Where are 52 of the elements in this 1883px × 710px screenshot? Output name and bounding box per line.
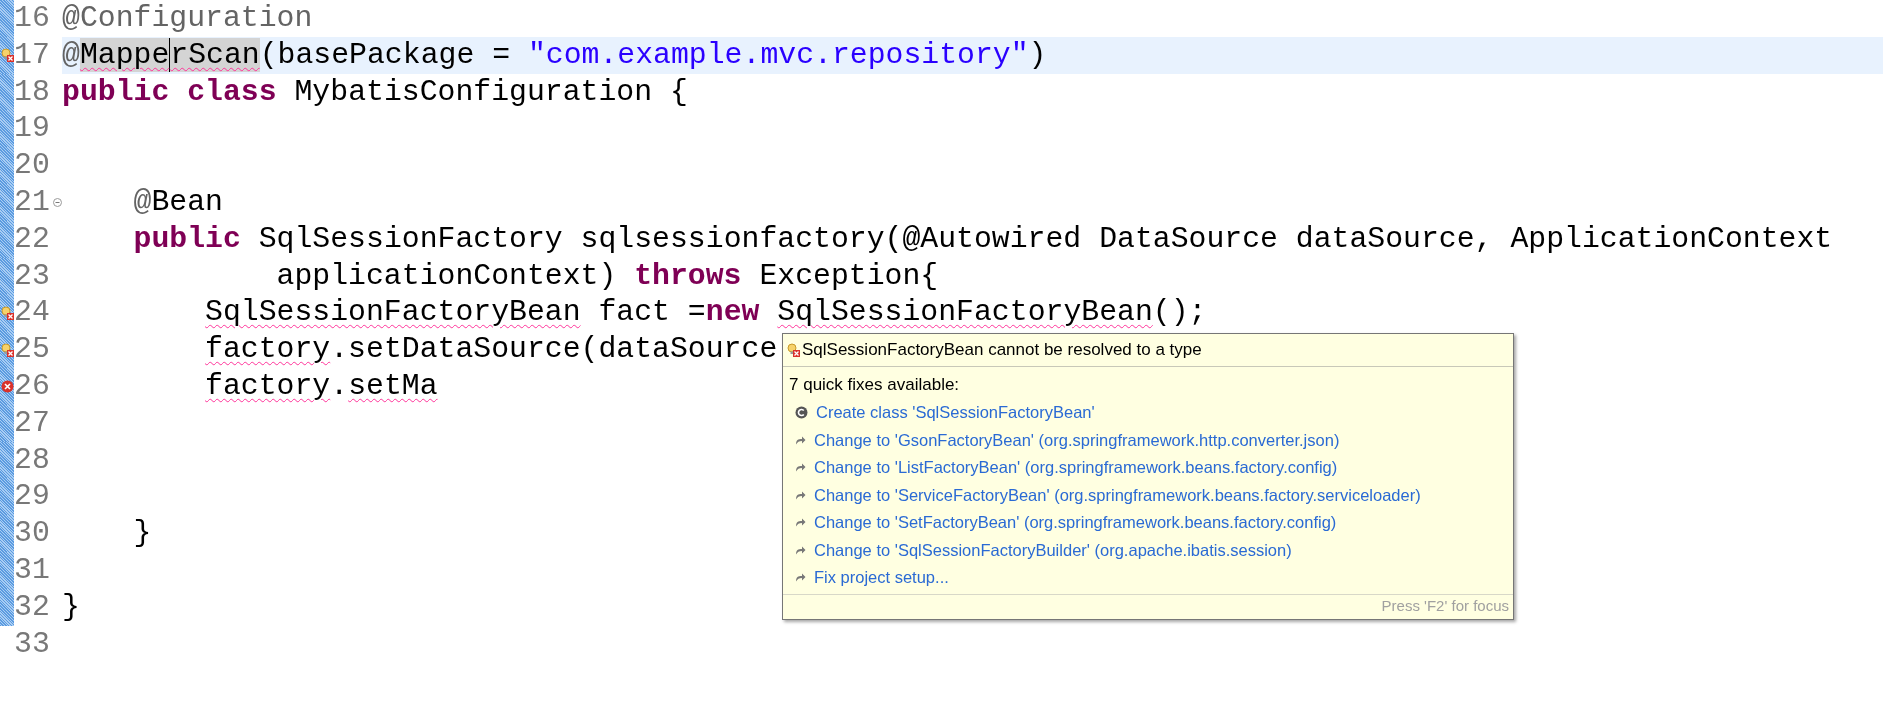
code-line: public class MybatisConfiguration { [62, 74, 688, 109]
collapse-icon[interactable] [53, 198, 62, 207]
quick-fix-link[interactable]: Fix project setup... [814, 568, 949, 588]
line-number: 22 [14, 220, 51, 258]
line-number: 21 [14, 184, 51, 221]
quick-fix-link[interactable]: Change to 'GsonFactoryBean' (org.springframework.http.converter.json) [814, 430, 1340, 450]
code-line: applicationContext) throws Exception{ [275, 258, 939, 293]
popup-title: SqlSessionFactoryBean cannot be resolved to a type [802, 340, 1202, 360]
line-number: 23 [14, 257, 51, 295]
line-number: 32 [14, 588, 51, 626]
quick-fix-link[interactable]: Change to 'SetFactoryBean' (org.springframework.beans.factory.config) [814, 513, 1337, 533]
class-icon [795, 406, 808, 420]
line-number: 17 [14, 36, 51, 74]
quick-fix-link[interactable]: Change to 'SqlSessionFactoryBuilder' (org.apache.ibatis.session) [814, 540, 1292, 560]
code-line: factory.setDataSource(dataSource [204, 332, 778, 367]
line-number: 24 [14, 294, 51, 332]
line-number: 20 [14, 147, 51, 184]
lightbulb-error-icon [787, 343, 800, 357]
code-line: } [132, 516, 152, 551]
error-icon [0, 379, 14, 393]
line-number: 28 [14, 441, 51, 479]
proposal-arrow-icon [795, 544, 806, 556]
proposal-arrow-icon [795, 517, 806, 529]
proposal-arrow-icon [795, 462, 806, 474]
line-number: 25 [14, 331, 51, 368]
code-line: factory.setMa [204, 368, 438, 403]
code-line: } [62, 589, 80, 624]
line-number: 31 [14, 551, 51, 589]
line-number: 27 [14, 404, 51, 442]
line-number: 18 [14, 73, 51, 111]
line-number: 16 [14, 0, 51, 37]
lightbulb-error-icon [0, 48, 14, 63]
code-line: @Configuration [62, 1, 313, 35]
proposal-arrow-icon [795, 489, 806, 501]
quick-fix-count: 7 quick fixes available: [789, 374, 961, 396]
lightbulb-error-icon [0, 342, 14, 357]
code-line: @Mappe rScan(basePackage = "com.example.mvc.repository") [62, 37, 1047, 72]
quick-fix-link[interactable]: Create class 'SqlSessionFactoryBean' [816, 403, 1095, 423]
quick-fix-link[interactable]: Change to 'ListFactoryBean' (org.springframework.beans.factory.config) [814, 458, 1338, 478]
line-number: 29 [14, 478, 51, 516]
quick-fix-link[interactable]: Change to 'ServiceFactoryBean' (org.springframework.beans.factory.serviceloader) [814, 485, 1421, 505]
proposal-arrow-icon [795, 572, 806, 584]
lightbulb-error-icon [0, 305, 14, 320]
code-line: public SqlSessionFactory sqlsessionfactory(@Autowired DataSource dataSource, ApplicationContext [132, 221, 1833, 256]
line-number: 33 [14, 625, 51, 663]
code-line: @Bean [132, 185, 223, 219]
proposal-arrow-icon [795, 434, 806, 446]
line-number: 26 [14, 367, 51, 405]
focus-hint: Press 'F2' for focus [1381, 596, 1509, 614]
code-line: SqlSessionFactoryBean fact =new SqlSessionFactoryBean(); [204, 295, 1207, 330]
line-number: 30 [14, 515, 51, 552]
line-number: 19 [14, 110, 51, 148]
